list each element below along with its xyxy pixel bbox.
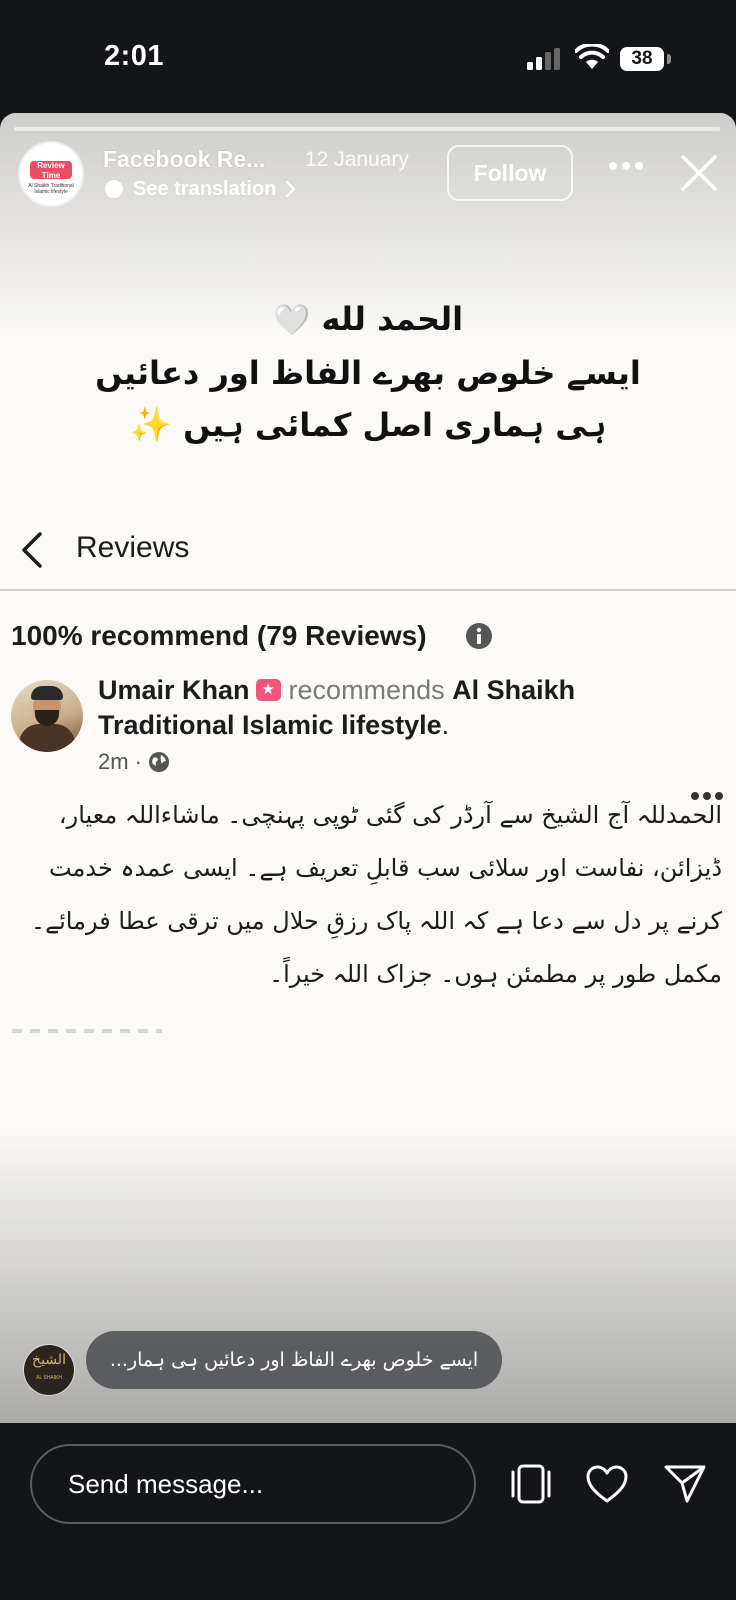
story-caption-bubble[interactable]: ایسے خلوص بھرے الفاظ اور دعائیں ہی ہمار.… — [86, 1331, 502, 1389]
see-translation-label: See translation — [133, 177, 277, 200]
swipe-pages-icon[interactable] — [509, 1464, 553, 1504]
story-date: 12 January — [305, 148, 409, 171]
follow-button[interactable]: Follow — [447, 145, 573, 201]
recommends-word: recommends — [288, 675, 445, 705]
close-icon[interactable] — [680, 154, 718, 192]
story-progress-bar — [14, 127, 720, 131]
reviewer-avatar — [11, 680, 83, 752]
reviewer-avatar-cap — [31, 686, 63, 700]
cellular-signal-icon — [527, 48, 560, 70]
account-name[interactable]: Facebook Re... — [103, 146, 265, 173]
send-message-input[interactable] — [30, 1444, 476, 1524]
avatar-badge-text: Review Time — [30, 161, 72, 180]
review-line-2: ڈیزائن، نفاست اور سلائی سب قابلِ تعریف ہ… — [48, 854, 722, 882]
review-line-3: کرنے پر دل سے دعا ہے کہ اللہ پاک رزقِ حل… — [31, 907, 722, 935]
white-heart-icon: 🤍 — [272, 303, 311, 339]
review-meta: 2m · — [98, 749, 170, 775]
recommend-summary: 100% recommend (79 Reviews) — [11, 620, 427, 651]
status-time: 2:01 — [104, 40, 165, 72]
sender-logo-sub: AL SHAIKH — [36, 1375, 62, 1381]
review-time: 2m · — [98, 749, 142, 774]
recommend-badge-icon: ★ — [255, 679, 281, 701]
reviewer-name: Umair Khan — [98, 675, 250, 705]
reviews-title: Reviews — [76, 531, 190, 564]
sender-avatar[interactable]: الشیخ AL SHAIKH — [24, 1345, 74, 1395]
reviews-divider — [0, 589, 736, 591]
headline-line-1: الحمد لله 🤍 — [60, 293, 676, 347]
reviewer-avatar-body — [19, 724, 75, 752]
byline-period: . — [441, 710, 450, 740]
review-byline: Umair Khan ★ recommends Al Shaikh Traditio… — [98, 673, 698, 743]
account-avatar[interactable]: Review Time Al Shaikh Traditional Islami… — [20, 143, 82, 205]
headline-line-3-text: ہی ہماری اصل کمائی ہیں — [183, 406, 607, 444]
headline-line-1-text: الحمد لله — [321, 300, 464, 338]
headline-line-3: ہی ہماری اصل کمائی ہیں ✨ — [60, 399, 676, 451]
sparkles-icon: ✨ — [129, 405, 172, 445]
sender-logo-text: الشیخ — [32, 1352, 66, 1368]
story-headline: الحمد لله 🤍 ایسے خلوص بھرے الفاظ اور دعا… — [60, 293, 676, 451]
avatar-sub-text: Al Shaikh Traditional Islamic lifestyle — [28, 183, 74, 195]
battery-nub — [667, 54, 671, 64]
heart-icon[interactable] — [585, 1464, 629, 1504]
review-body: الحمدللہ آج الشیخ سے آرڈر کی گئی ٹوپی پہ… — [18, 789, 722, 1001]
see-translation-link[interactable]: See translation — [104, 176, 298, 202]
review-line-1: الحمدللہ آج الشیخ سے آرڈر کی گئی ٹوپی پہ… — [58, 801, 722, 829]
more-horizontal-icon[interactable] — [608, 161, 644, 171]
battery-indicator: 38 — [620, 47, 664, 71]
wifi-icon — [575, 44, 609, 69]
headline-line-2: ایسے خلوص بھرے الفاظ اور دعائیں — [95, 354, 641, 392]
review-line-4: مکمل طور پر مطمئن ہوں۔ جزاک اللہ خیراً۔ — [269, 960, 722, 988]
status-bar: 2:01 38 — [0, 0, 736, 110]
send-icon[interactable] — [663, 1464, 707, 1504]
story-frame[interactable]: Review Time Al Shaikh Traditional Islami… — [0, 113, 736, 1423]
translation-bubble-icon — [105, 180, 123, 198]
chevron-right-icon — [286, 180, 296, 198]
chevron-left-icon — [22, 532, 42, 568]
globe-icon — [149, 752, 169, 772]
cropped-text-edge — [12, 1029, 162, 1033]
info-icon — [466, 623, 492, 649]
